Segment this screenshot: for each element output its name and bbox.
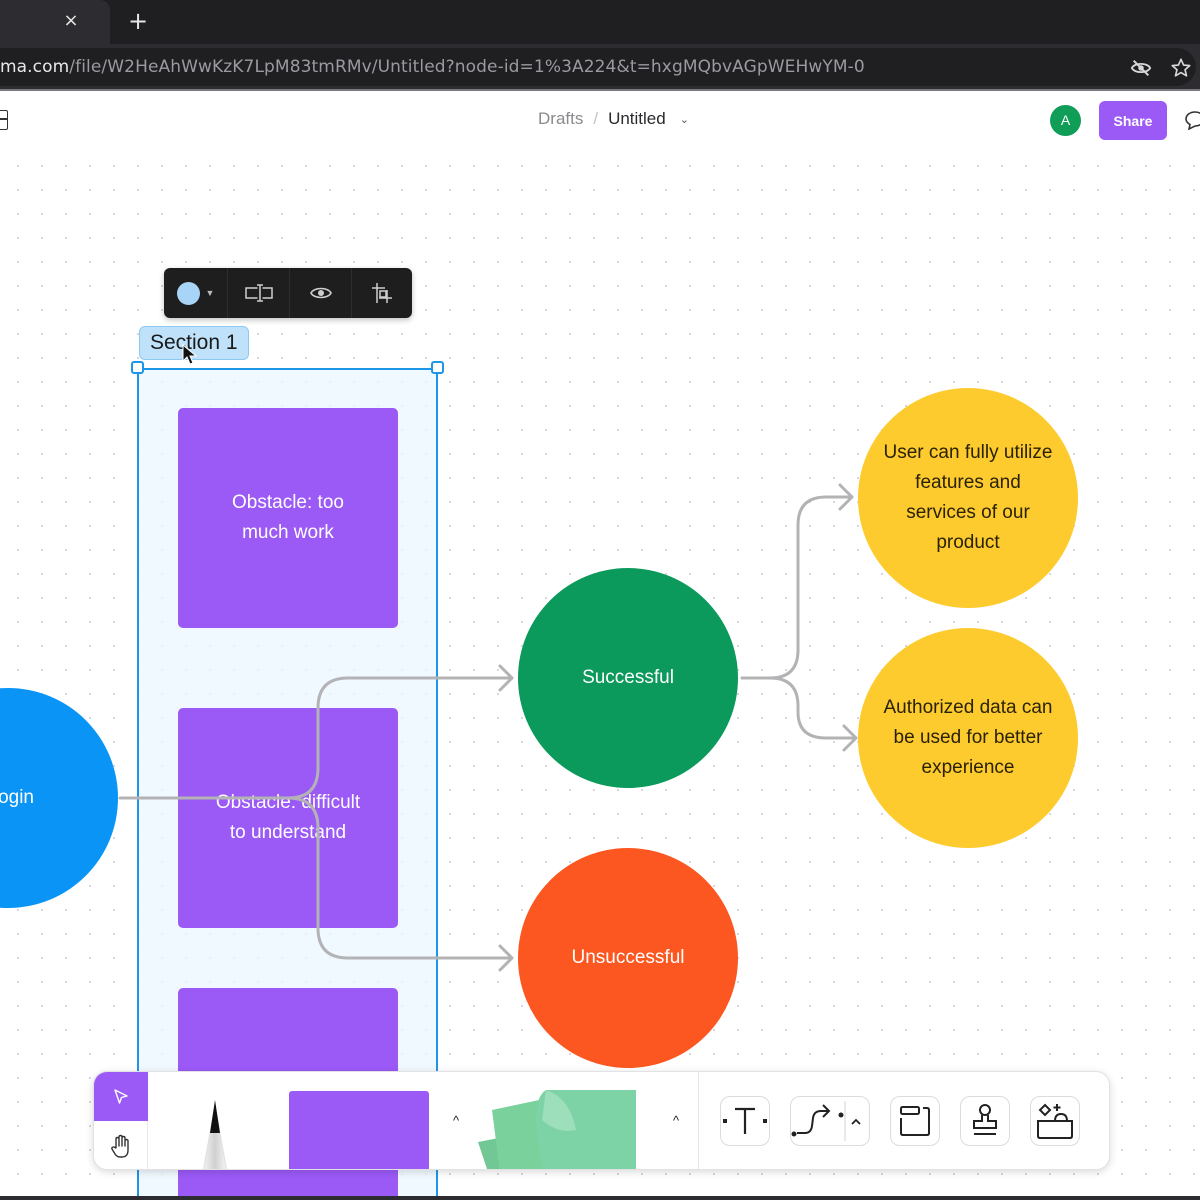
eye-icon [309, 287, 332, 299]
eye-off-icon[interactable] [1130, 57, 1152, 79]
color-picker-button[interactable]: ▼ [164, 268, 228, 318]
sticky-note-obstacle-1[interactable]: Obstacle: too much work [178, 408, 398, 628]
sticky-note-text: Obstacle: difficult to understand [215, 792, 361, 843]
chevron-down-icon: ▼ [205, 288, 215, 298]
sticky-options-caret[interactable]: ^ [666, 1110, 686, 1130]
outcome-node-1[interactable]: User can fully utilize features and serv… [858, 388, 1078, 608]
close-tab-icon[interactable]: × [60, 10, 82, 32]
figjam-screen: × + ma.com/file/W2HeAhWwKzK7LpM83tmRMv/U… [0, 0, 1200, 1200]
toolbar-divider [698, 1072, 699, 1169]
url-host: ma.com [0, 57, 70, 77]
sidebar-toggle-icon[interactable] [0, 110, 8, 130]
breadcrumb-drafts[interactable]: Drafts [538, 109, 583, 129]
node-text: Successful [582, 667, 674, 688]
text-tool-button[interactable] [720, 1096, 770, 1146]
section-icon [900, 1106, 930, 1136]
comment-icon[interactable] [1184, 110, 1200, 130]
mode-switcher [94, 1072, 148, 1169]
node-text: Unsuccessful [571, 947, 685, 968]
frame-crop-icon [372, 283, 392, 303]
browser-tab[interactable]: × [0, 0, 110, 44]
breadcrumb-separator: / [593, 109, 599, 128]
fill-color-swatch [176, 281, 200, 305]
url-path: /file/W2HeAhWwKzK7LpM83tmRMv/Untitled?no… [69, 57, 865, 77]
shape-tool[interactable] [289, 1091, 429, 1169]
sticky-note-tool[interactable] [478, 1090, 650, 1170]
chevron-down-icon[interactable]: ⌄ [680, 113, 689, 126]
section-context-toolbar: ▼ [164, 268, 412, 318]
select-tool-button[interactable] [94, 1072, 148, 1121]
url-input[interactable]: ma.com/file/W2HeAhWwKzK7LpM83tmRMv/Untit… [0, 48, 1196, 86]
auto-layout-button[interactable] [352, 268, 412, 318]
bottom-toolbar: ^ ^ [93, 1071, 1110, 1170]
section-tool-button[interactable] [890, 1096, 940, 1146]
window-bottom-edge [0, 1196, 1200, 1200]
node-text: ogin [0, 787, 34, 808]
resize-to-fit-icon [244, 284, 273, 302]
connector-tool-button[interactable] [790, 1096, 870, 1146]
stamp-tool-button[interactable] [960, 1096, 1010, 1146]
pointer-icon [114, 1088, 128, 1104]
resize-handle-top-right[interactable] [431, 361, 444, 374]
app-header: Drafts / Untitled ⌄ A Share [0, 91, 1200, 149]
new-tab-button[interactable]: + [126, 9, 150, 33]
bookmark-star-icon[interactable] [1170, 57, 1192, 79]
hand-icon [111, 1134, 129, 1158]
share-button[interactable]: Share [1099, 101, 1167, 140]
url-text: ma.com/file/W2HeAhWwKzK7LpM83tmRMv/Untit… [0, 57, 865, 77]
hand-tool-button[interactable] [94, 1122, 148, 1169]
visibility-button[interactable] [290, 268, 352, 318]
browser-tab-strip: × + [0, 0, 1200, 44]
resize-to-fit-button[interactable] [228, 268, 290, 318]
file-title[interactable]: Untitled [608, 109, 666, 129]
shape-options-caret[interactable]: ^ [446, 1110, 466, 1130]
node-text: User can fully utilize features and serv… [883, 442, 1053, 553]
unsuccessful-node[interactable]: Unsuccessful [518, 848, 738, 1068]
resize-handle-top-left[interactable] [131, 361, 144, 374]
text-icon [723, 1107, 767, 1134]
widgets-sparkle-icon [1037, 1103, 1073, 1139]
outcome-node-2[interactable]: Authorized data can be used for better e… [858, 628, 1078, 848]
browser-address-bar: ma.com/file/W2HeAhWwKzK7LpM83tmRMv/Untit… [0, 44, 1200, 90]
user-avatar[interactable]: A [1050, 105, 1081, 136]
sticky-note-text: Obstacle: too much work [232, 492, 344, 543]
stamp-icon [973, 1104, 997, 1135]
connector-icon [791, 1101, 861, 1141]
sticky-note-obstacle-2[interactable]: Obstacle: difficult to understand [178, 708, 398, 928]
mouse-cursor-icon [182, 344, 198, 365]
successful-node[interactable]: Successful [518, 568, 738, 788]
marker-pen-tool[interactable] [180, 1090, 250, 1170]
widgets-tool-button[interactable] [1030, 1096, 1080, 1146]
breadcrumb: Drafts / Untitled ⌄ [538, 109, 689, 129]
node-text: Authorized data can be used for better e… [883, 697, 1053, 778]
